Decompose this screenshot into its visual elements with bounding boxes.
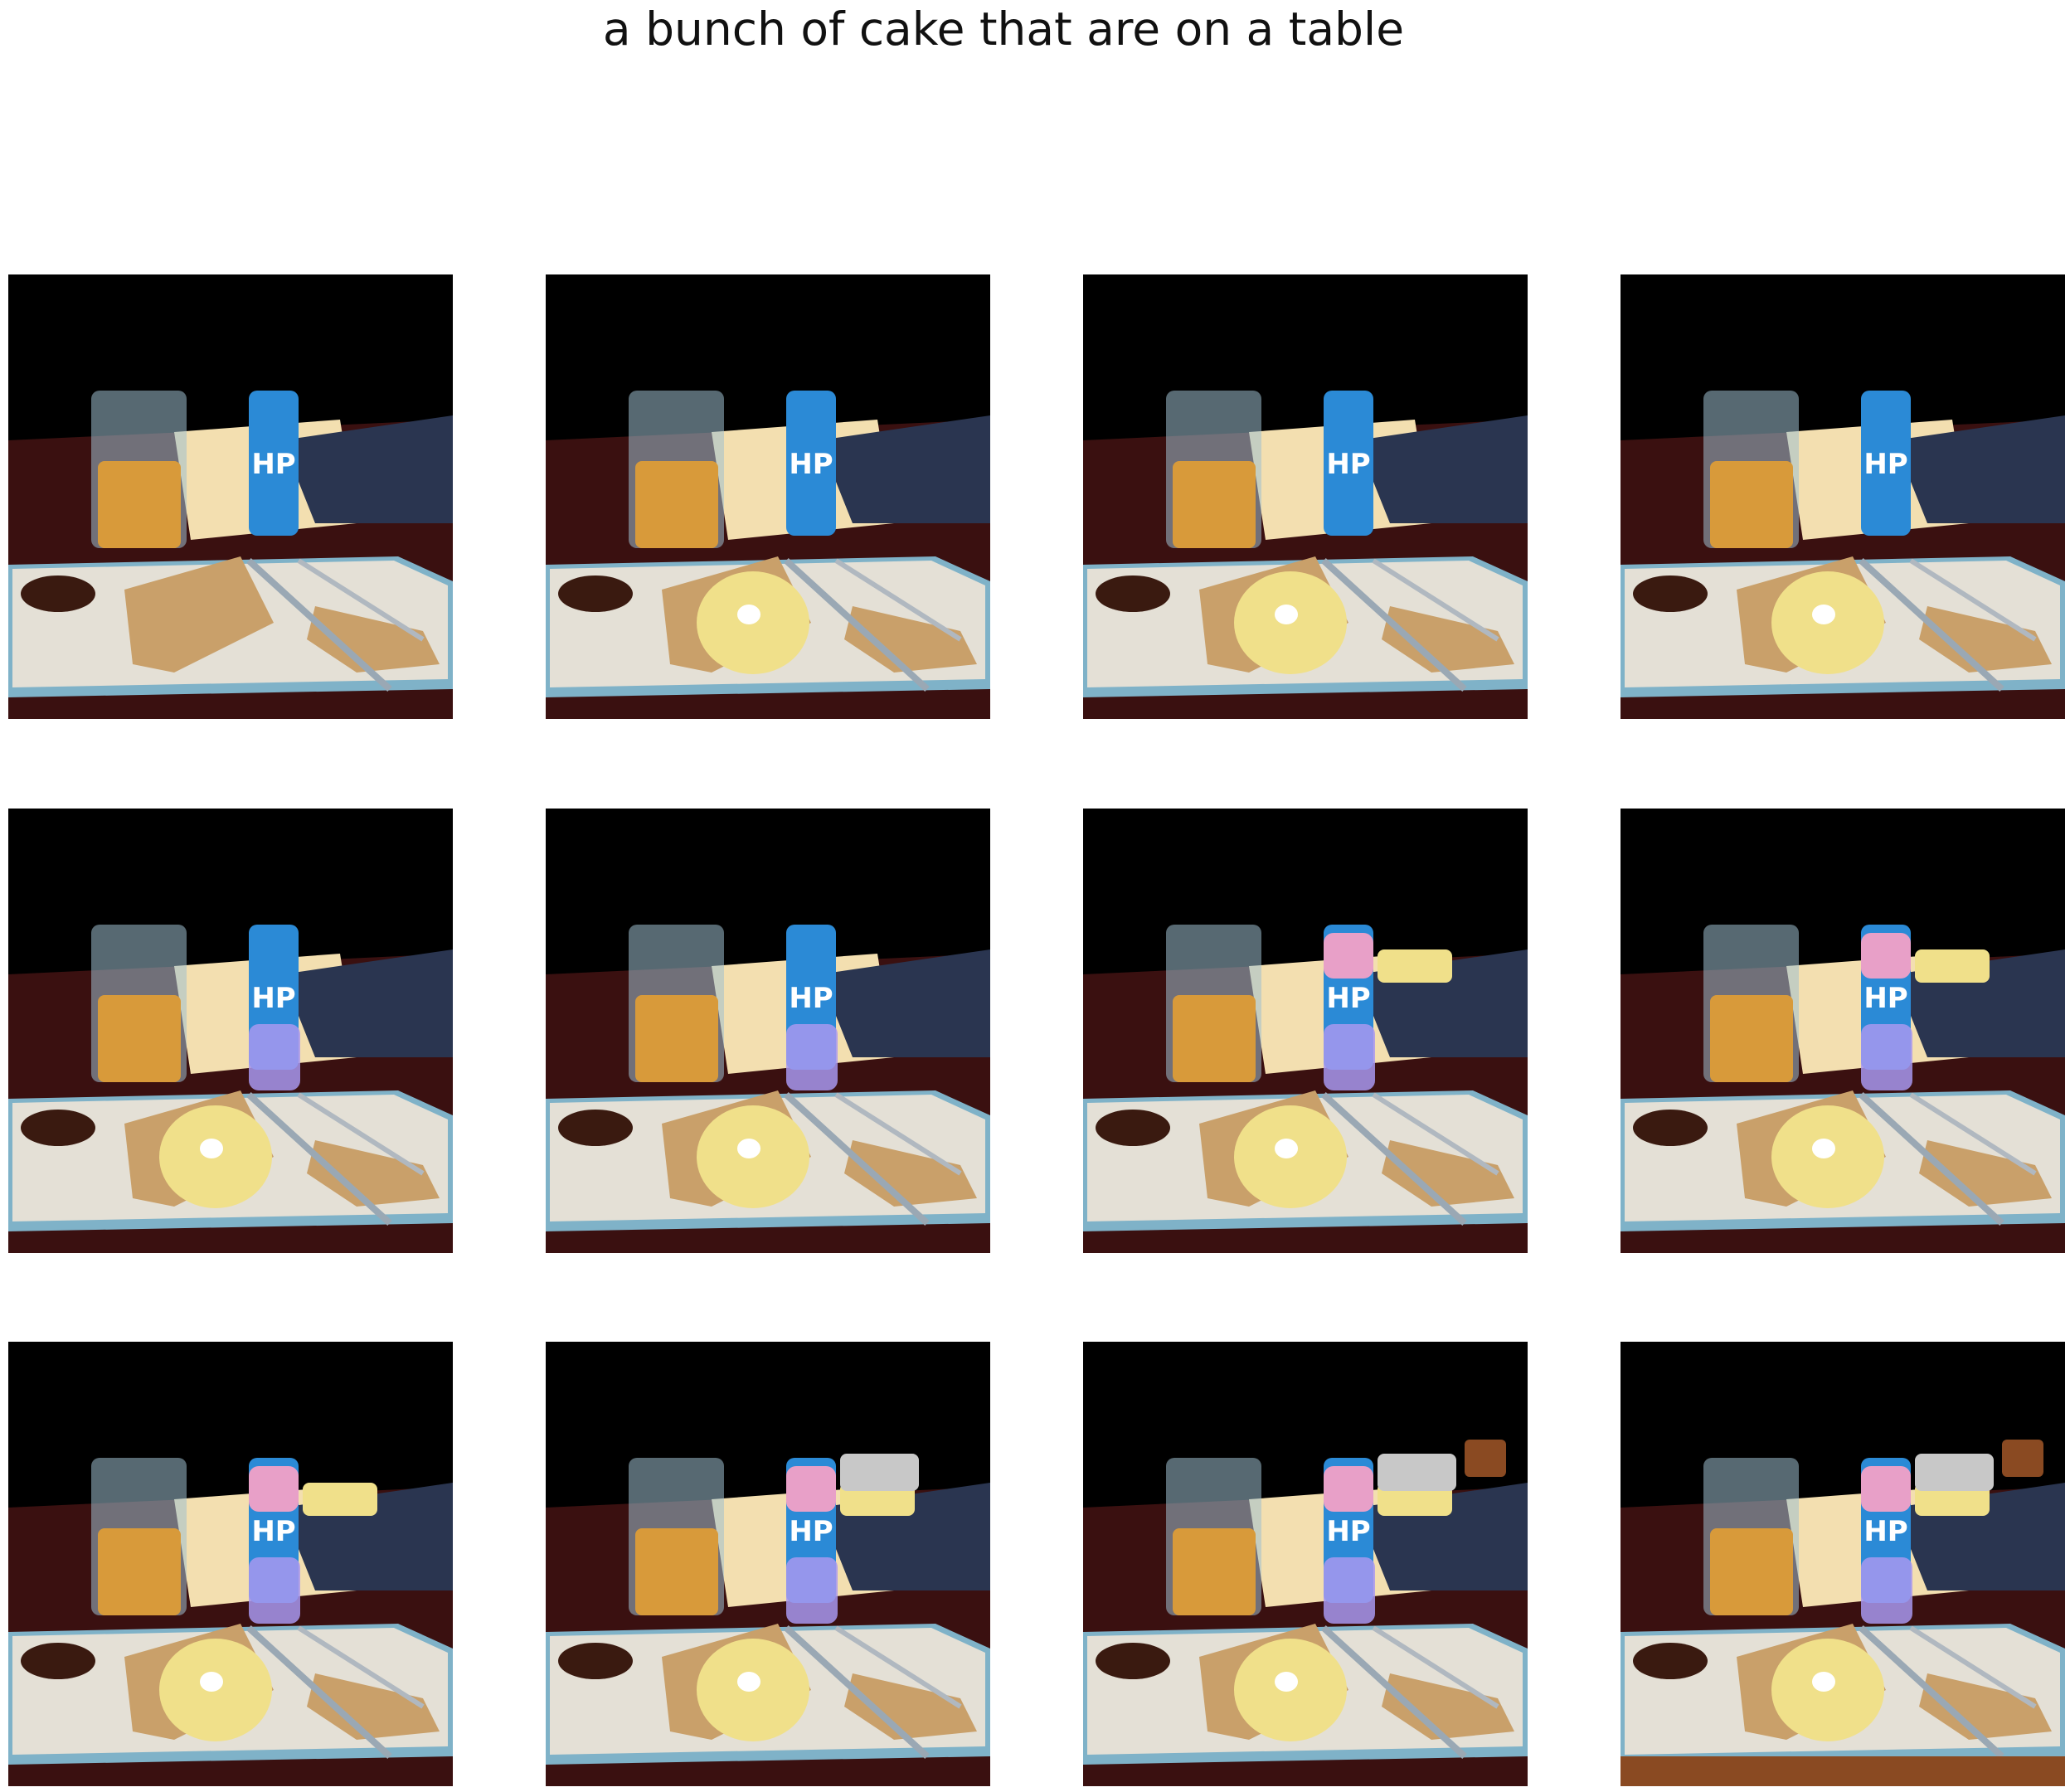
bottle-label: HP bbox=[1863, 1515, 1907, 1548]
generated-frame: HP bbox=[1083, 809, 1528, 1253]
generated-frame: HP bbox=[8, 274, 453, 719]
cake-on-bottle bbox=[1324, 1024, 1375, 1090]
cake-foil bbox=[840, 1454, 919, 1491]
frame-image: HP bbox=[1621, 1342, 2065, 1786]
cake-on-bottle bbox=[249, 1557, 300, 1624]
beer bbox=[1173, 461, 1256, 548]
bottle-label: HP bbox=[789, 448, 833, 481]
beer bbox=[635, 461, 718, 548]
generated-frame: HP bbox=[1621, 1342, 2065, 1786]
beer bbox=[635, 1528, 718, 1615]
frame-image: HP bbox=[8, 1342, 453, 1786]
beer bbox=[1710, 461, 1793, 548]
sauce bbox=[1633, 575, 1708, 612]
beer bbox=[1173, 995, 1256, 1082]
cake-top bbox=[1378, 949, 1452, 983]
beer bbox=[98, 461, 181, 548]
sauce bbox=[558, 575, 633, 612]
cake-highlight bbox=[1812, 1139, 1835, 1158]
cake-highlight bbox=[737, 1139, 760, 1158]
frame-image: HP bbox=[1083, 809, 1528, 1253]
frame-image: HP bbox=[8, 274, 453, 719]
generated-frame: HP bbox=[1083, 1342, 1528, 1786]
bottle-label: HP bbox=[1326, 448, 1370, 481]
cake-top bbox=[1915, 949, 1990, 983]
generated-frame: HP bbox=[1083, 274, 1528, 719]
beer bbox=[1710, 1528, 1793, 1615]
generated-frame: HP bbox=[546, 274, 990, 719]
generated-frame: HP bbox=[546, 1342, 990, 1786]
bottle-label: HP bbox=[251, 448, 295, 481]
cake-top-pink bbox=[249, 1466, 299, 1512]
bottle-label: HP bbox=[1863, 448, 1907, 481]
beer bbox=[1710, 995, 1793, 1082]
cake-top-pink bbox=[786, 1466, 836, 1512]
generated-frame: HP bbox=[546, 809, 990, 1253]
cake-on-bottle bbox=[786, 1557, 838, 1624]
bottle-label: HP bbox=[251, 1515, 295, 1548]
cake-top-pink bbox=[1861, 1466, 1911, 1512]
sauce bbox=[21, 575, 95, 612]
cake-highlight bbox=[1275, 1672, 1298, 1692]
cake-top bbox=[303, 1483, 377, 1516]
wood-floor bbox=[1621, 1756, 2065, 1786]
cake-on-bottle bbox=[1861, 1024, 1912, 1090]
cake-highlight bbox=[737, 605, 760, 624]
frame-image: HP bbox=[546, 1342, 990, 1786]
beer bbox=[1173, 1528, 1256, 1615]
frame-image: HP bbox=[1621, 809, 2065, 1253]
cake-highlight bbox=[1275, 605, 1298, 624]
beer bbox=[98, 995, 181, 1082]
cake-highlight bbox=[1275, 1139, 1298, 1158]
sauce bbox=[21, 1110, 95, 1146]
cake-highlight bbox=[1812, 1672, 1835, 1692]
generated-frame: HP bbox=[1621, 274, 2065, 719]
frame-image: HP bbox=[1083, 274, 1528, 719]
cake-far bbox=[2002, 1440, 2043, 1477]
bottle-label: HP bbox=[789, 1515, 833, 1548]
generated-frame: HP bbox=[1621, 809, 2065, 1253]
bottle-label: HP bbox=[789, 982, 833, 1015]
sauce bbox=[558, 1643, 633, 1679]
frame-image: HP bbox=[1621, 274, 2065, 719]
cake-top-pink bbox=[1324, 1466, 1373, 1512]
cake-foil bbox=[1378, 1454, 1456, 1491]
cake-on-bottle bbox=[1324, 1557, 1375, 1624]
cake-highlight bbox=[1812, 605, 1835, 624]
frame-image: HP bbox=[1083, 1342, 1528, 1786]
cake-foil bbox=[1915, 1454, 1994, 1491]
bottle-label: HP bbox=[1863, 982, 1907, 1015]
cake-top-pink bbox=[1861, 933, 1911, 979]
generated-frame: HP bbox=[8, 809, 453, 1253]
beer bbox=[98, 1528, 181, 1615]
cake-highlight bbox=[737, 1672, 760, 1692]
bottle-label: HP bbox=[251, 982, 295, 1015]
sauce bbox=[1633, 1110, 1708, 1146]
bottle-label: HP bbox=[1326, 1515, 1370, 1548]
sauce bbox=[1096, 1110, 1170, 1146]
sauce bbox=[1633, 1643, 1708, 1679]
beer bbox=[635, 995, 718, 1082]
cake-highlight bbox=[200, 1139, 223, 1158]
generated-frame: HP bbox=[8, 1342, 453, 1786]
bottle-label: HP bbox=[1326, 982, 1370, 1015]
cake-far bbox=[1465, 1440, 1506, 1477]
sauce bbox=[21, 1643, 95, 1679]
cake-top-pink bbox=[1324, 933, 1373, 979]
frame-image: HP bbox=[8, 809, 453, 1253]
cake-on-bottle bbox=[786, 1024, 838, 1090]
cake-highlight bbox=[200, 1672, 223, 1692]
sauce bbox=[558, 1110, 633, 1146]
cake-on-bottle bbox=[1861, 1557, 1912, 1624]
frame-image: HP bbox=[546, 809, 990, 1253]
sauce bbox=[1096, 1643, 1170, 1679]
figure-title: a bunch of cake that are on a table bbox=[602, 2, 1405, 56]
sauce bbox=[1096, 575, 1170, 612]
frame-image: HP bbox=[546, 274, 990, 719]
cake-on-bottle bbox=[249, 1024, 300, 1090]
